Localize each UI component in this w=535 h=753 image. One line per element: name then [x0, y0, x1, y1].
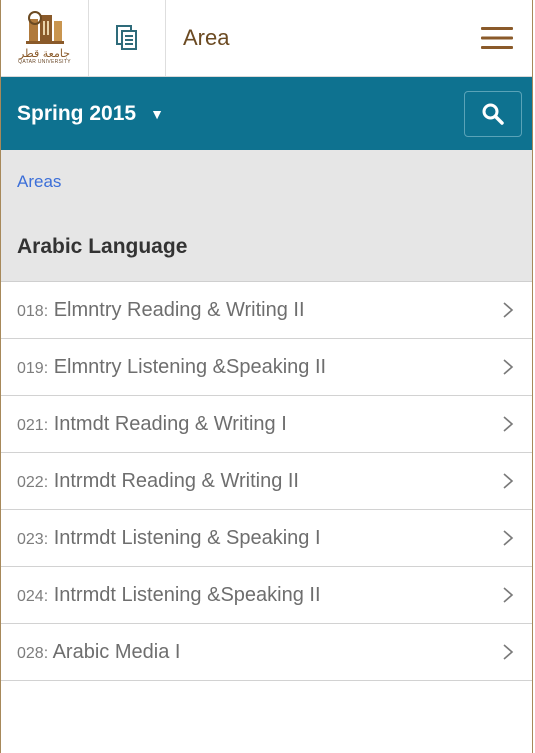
course-name: Arabic Media I	[48, 640, 181, 663]
course-name: Elmntry Reading & Writing II	[48, 298, 305, 321]
course-label: 019: Elmntry Listening &Speaking II	[17, 356, 326, 379]
course-name: Intmdt Reading & Writing I	[48, 412, 287, 435]
chevron-right-icon	[503, 644, 514, 660]
document-copy-icon	[116, 25, 137, 50]
course-name: Intrmdt Listening & Speaking I	[48, 526, 321, 549]
breadcrumb: Areas	[1, 150, 532, 213]
app-frame: جامعة قطر QATAR UNIVERSITY Area Spring 2…	[0, 0, 533, 753]
logo-english-text: QATAR UNIVERSITY	[18, 59, 71, 65]
chevron-right-icon	[503, 473, 514, 489]
course-code: 023:	[17, 530, 49, 548]
caret-down-icon: ▼	[150, 105, 164, 122]
chevron-right-icon	[503, 359, 514, 375]
menu-button[interactable]	[462, 0, 532, 76]
breadcrumb-link-areas[interactable]: Areas	[17, 172, 61, 192]
search-icon	[482, 103, 504, 125]
list-item[interactable]: 023: Intrmdt Listening & Speaking I	[1, 510, 532, 567]
list-item[interactable]: 022: Intrmdt Reading & Writing II	[1, 453, 532, 510]
course-label: 022: Intrmdt Reading & Writing II	[17, 470, 299, 493]
page-title: Area	[183, 25, 230, 50]
list-item[interactable]: 028: Arabic Media I	[1, 624, 532, 681]
course-name: Elmntry Listening &Speaking II	[48, 355, 327, 378]
course-label: 028: Arabic Media I	[17, 641, 180, 664]
documents-button[interactable]	[89, 0, 166, 76]
course-label: 023: Intrmdt Listening & Speaking I	[17, 527, 321, 550]
course-code: 018:	[17, 302, 49, 320]
logo-arabic-text: جامعة قطر	[18, 47, 71, 60]
term-selector[interactable]: Spring 2015 ▼	[17, 102, 164, 126]
hamburger-menu-icon	[481, 27, 513, 49]
search-button[interactable]	[464, 90, 522, 137]
course-code: 024:	[17, 587, 49, 605]
list-item[interactable]: 019: Elmntry Listening &Speaking II	[1, 339, 532, 396]
chevron-right-icon	[503, 587, 514, 603]
list-item[interactable]: 021: Intmdt Reading & Writing I	[1, 396, 532, 453]
university-logo-icon	[25, 11, 64, 44]
course-list: 018: Elmntry Reading & Writing II 019: E…	[1, 282, 532, 681]
course-label: 018: Elmntry Reading & Writing II	[17, 299, 305, 322]
course-code: 019:	[17, 359, 49, 377]
section-heading: Arabic Language	[1, 213, 532, 282]
course-name: Intrmdt Reading & Writing II	[48, 469, 299, 492]
course-code: 022:	[17, 473, 49, 491]
term-label: Spring 2015	[17, 101, 137, 125]
course-name: Intrmdt Listening &Speaking II	[48, 583, 321, 606]
course-label: 024: Intrmdt Listening &Speaking II	[17, 584, 321, 607]
course-code: 028:	[17, 644, 49, 662]
course-code: 021:	[17, 416, 49, 434]
course-label: 021: Intmdt Reading & Writing I	[17, 413, 287, 436]
university-logo[interactable]: جامعة قطر QATAR UNIVERSITY	[1, 0, 89, 76]
list-item[interactable]: 018: Elmntry Reading & Writing II	[1, 282, 532, 339]
chevron-right-icon	[503, 416, 514, 432]
chevron-right-icon	[503, 530, 514, 546]
top-header: جامعة قطر QATAR UNIVERSITY Area	[1, 0, 532, 77]
term-bar: Spring 2015 ▼	[1, 77, 532, 150]
chevron-right-icon	[503, 302, 514, 318]
list-item[interactable]: 024: Intrmdt Listening &Speaking II	[1, 567, 532, 624]
